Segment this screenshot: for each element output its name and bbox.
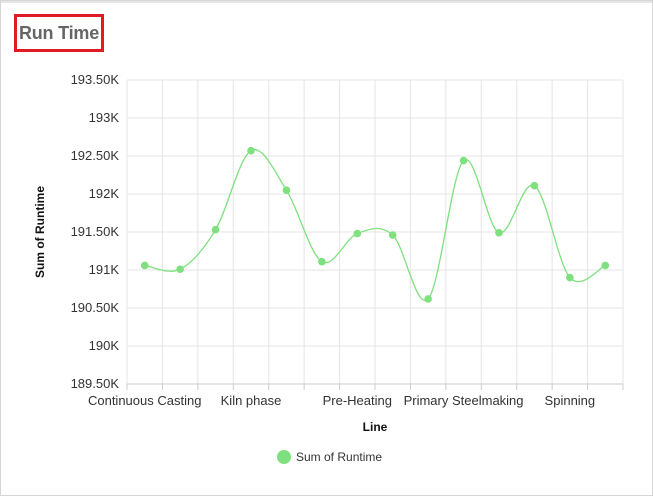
data-point	[495, 228, 503, 237]
line-chart: 189.50K 190K 190.50K 191K 191.50K 192K 192.50K…	[33, 72, 624, 464]
data-point	[211, 225, 220, 234]
data-point	[318, 257, 326, 266]
x-tick-label: Spinning	[545, 393, 596, 408]
y-tick-label: 191K	[89, 262, 120, 277]
data-point	[601, 261, 610, 270]
data-point	[459, 156, 468, 165]
y-tick-label: 190.50K	[71, 300, 120, 315]
data-point	[353, 229, 362, 238]
legend-marker	[277, 450, 291, 464]
legend-label: Sum of Runtime	[296, 450, 382, 464]
y-axis-title: Sum of Runtime	[33, 186, 47, 278]
x-tick-label: Primary Steelmaking	[404, 393, 524, 408]
y-tick-label: 193K	[89, 110, 120, 125]
data-point	[176, 265, 184, 274]
data-point	[282, 186, 291, 194]
data-point	[140, 261, 149, 270]
data-point	[388, 231, 397, 239]
x-tick-label: Continuous Casting	[88, 393, 201, 408]
data-point	[530, 181, 539, 190]
x-tick-label: Pre-Heating	[323, 393, 392, 408]
data-point	[566, 273, 574, 282]
y-tick-label: 192.50K	[71, 148, 120, 163]
y-tick-label: 192K	[89, 186, 120, 201]
x-tick-label: Kiln phase	[221, 393, 282, 408]
data-point	[424, 295, 432, 303]
y-tick-label: 193.50K	[71, 72, 120, 87]
y-tick-label: 191.50K	[71, 224, 120, 239]
data-point	[247, 146, 255, 155]
y-tick-label: 190K	[89, 338, 120, 353]
y-tick-label: 189.50K	[71, 376, 120, 391]
x-axis-title: Line	[363, 420, 388, 434]
